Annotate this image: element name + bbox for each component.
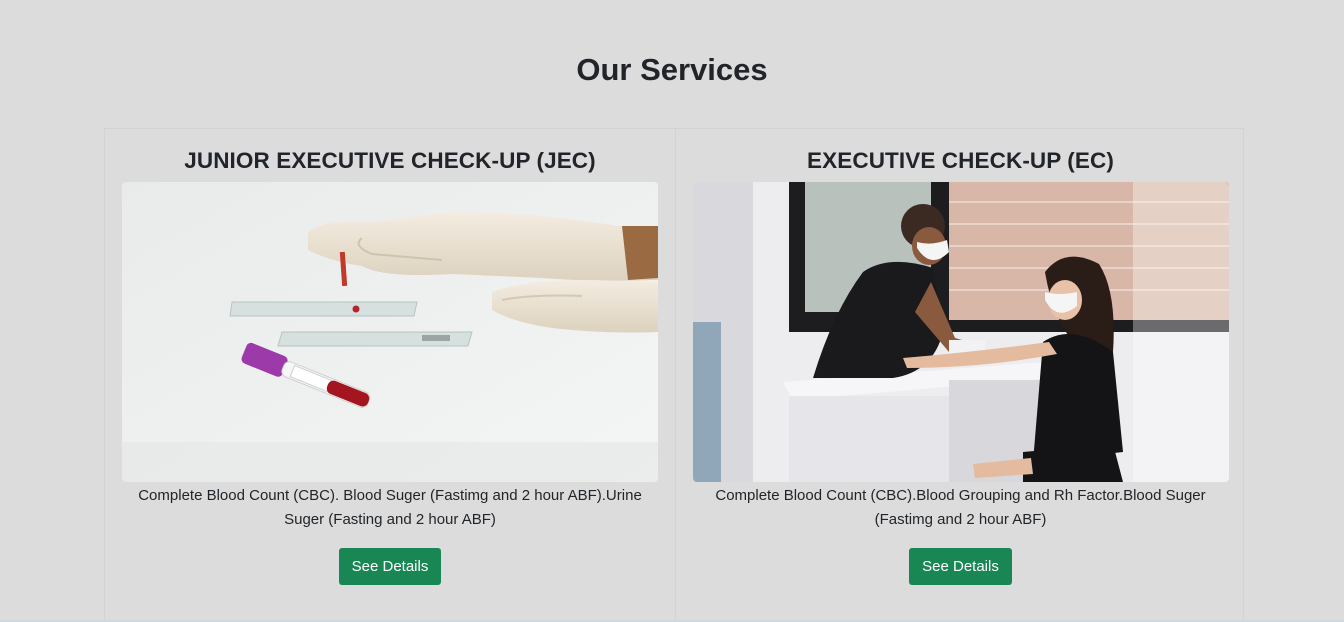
card-image-blood-draw: [693, 182, 1229, 482]
card-image-blood-sample: [122, 182, 658, 482]
card-title: JUNIOR EXECUTIVE CHECK-UP (JEC): [184, 148, 596, 173]
see-details-button[interactable]: See Details: [909, 548, 1012, 585]
card-description: Complete Blood Count (CBC). Blood Suger …: [138, 487, 642, 528]
services-section: Our Services JUNIOR EXECUTIVE CHECK-UP (…: [0, 0, 1344, 622]
card-title: EXECUTIVE CHECK-UP (EC): [807, 148, 1114, 173]
service-card-jec: JUNIOR EXECUTIVE CHECK-UP (JEC) Complete…: [105, 129, 675, 622]
service-card-ec: EXECUTIVE CHECK-UP (EC) Complete Blood C…: [675, 129, 1245, 622]
section-title: Our Services: [576, 52, 768, 87]
services-card-group: JUNIOR EXECUTIVE CHECK-UP (JEC) Complete…: [104, 128, 1244, 622]
card-description: Complete Blood Count (CBC).Blood Groupin…: [715, 487, 1206, 528]
see-details-button[interactable]: See Details: [338, 548, 442, 585]
